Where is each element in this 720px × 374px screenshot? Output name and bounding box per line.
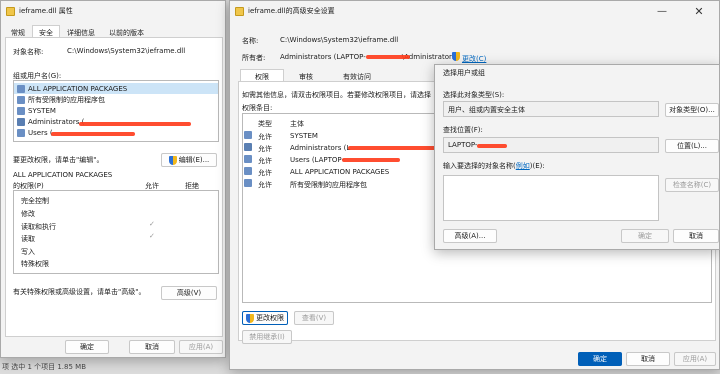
- entry-user-icon: [244, 155, 255, 165]
- user-icon: [244, 167, 252, 175]
- shield-icon: [452, 52, 460, 61]
- select-titlebar: 选择用户或组: [435, 65, 719, 81]
- object-names-input[interactable]: [443, 175, 659, 221]
- cancel-button[interactable]: 取消: [673, 229, 719, 243]
- perm-item: 读取: [21, 235, 35, 243]
- redaction-mark: [342, 158, 400, 162]
- redaction-mark: [366, 55, 410, 59]
- advanced-titlebar: ieframe.dll的高级安全设置: [230, 1, 719, 21]
- perm-item: 读取和执行: [21, 223, 56, 231]
- entry-principal: 所有受限制的应用程序包: [290, 181, 367, 189]
- col-principal: 主体: [290, 120, 304, 128]
- file-icon: [235, 6, 244, 16]
- list-item[interactable]: SYSTEM: [14, 105, 218, 116]
- object-name-label: 对象名称:: [13, 48, 44, 56]
- object-types-button[interactable]: 对象类型(O)...: [665, 103, 719, 117]
- entry-principal: Administrators (L: [290, 144, 351, 152]
- examples-link[interactable]: 例如: [516, 162, 530, 170]
- entry-user-icon: [244, 167, 255, 177]
- info-text: 如需其他信息，请双击权限项目。若要修改权限项目，请选择: [242, 91, 431, 99]
- properties-titlebar: ieframe.dll 属性: [1, 1, 225, 21]
- entries-label: 权限条目:: [242, 104, 273, 112]
- entry-type: 允许: [258, 133, 272, 141]
- redaction-mark: [477, 144, 507, 148]
- entry-type: 允许: [258, 157, 272, 165]
- user-icon: [244, 143, 252, 151]
- names-label: 输入要选择的对象名称(例如)(E):: [443, 162, 545, 170]
- entry-principal: Users (LAPTOP-: [290, 156, 345, 164]
- list-item[interactable]: 所有受限制的应用程序包: [14, 94, 218, 105]
- apply-button[interactable]: 应用(A): [674, 352, 716, 366]
- view-button[interactable]: 查看(V): [294, 311, 334, 325]
- advanced-button[interactable]: 高级(A)...: [443, 229, 497, 243]
- owner-label: 所有者:: [242, 54, 266, 62]
- group-icon: [17, 95, 25, 104]
- change-hint: 要更改权限，请单击"编辑"。: [13, 156, 104, 164]
- edit-button[interactable]: 编辑(E)...: [161, 153, 217, 167]
- location-label: 查找位置(F):: [443, 126, 483, 134]
- entry-user-icon: [244, 143, 255, 153]
- minimize-icon[interactable]: —: [648, 1, 676, 21]
- ok-button[interactable]: 确定: [621, 229, 669, 243]
- checkmark-icon: ✓: [149, 232, 155, 240]
- entry-user-icon: [244, 131, 255, 141]
- name-label: 名称:: [242, 37, 259, 45]
- perm-item: 修改: [21, 210, 35, 218]
- check-names-button[interactable]: 检查名称(C): [665, 178, 719, 192]
- entry-type: 允许: [258, 145, 272, 153]
- perm-item: 写入: [21, 248, 35, 256]
- cancel-button[interactable]: 取消: [626, 352, 670, 366]
- status-bar: 项 选中 1 个项目 1.85 MB: [2, 363, 87, 371]
- user-icon: [244, 179, 252, 187]
- perm-item: 特殊权限: [21, 260, 49, 268]
- shield-icon: [246, 313, 254, 323]
- properties-title: ieframe.dll 属性: [19, 7, 73, 15]
- entry-principal: ALL APPLICATION PACKAGES: [290, 168, 390, 176]
- change-permissions-button[interactable]: 更改权限: [242, 311, 288, 325]
- redaction-mark: [51, 132, 135, 136]
- user-group-icon: [17, 106, 25, 115]
- col-type: 类型: [258, 120, 272, 128]
- redaction-mark: [79, 122, 191, 126]
- user-icon: [244, 155, 252, 163]
- object-type-field: 用户、组或内置安全主体: [443, 101, 659, 117]
- entry-type: 允许: [258, 169, 272, 177]
- select-title: 选择用户或组: [443, 69, 485, 77]
- entry-type: 允许: [258, 181, 272, 189]
- shield-icon: [168, 155, 177, 165]
- group-icon: [17, 84, 25, 93]
- ok-button[interactable]: 确定: [578, 352, 622, 366]
- ok-button[interactable]: 确定: [65, 340, 109, 354]
- checkmark-icon: ✓: [149, 220, 155, 228]
- locations-button[interactable]: 位置(L)...: [665, 139, 719, 153]
- advanced-button[interactable]: 高级(V): [161, 286, 217, 300]
- close-icon[interactable]: ✕: [683, 1, 715, 21]
- entry-principal: SYSTEM: [290, 132, 318, 140]
- entry-user-icon: [244, 179, 255, 189]
- cancel-button[interactable]: 取消: [129, 340, 175, 354]
- user-group-icon: [17, 117, 25, 126]
- apply-button[interactable]: 应用(A): [179, 340, 223, 354]
- perm-header: ALL APPLICATION PACKAGES: [13, 171, 113, 179]
- object-type-label: 选择此对象类型(S):: [443, 91, 505, 99]
- list-item[interactable]: ALL APPLICATION PACKAGES: [14, 83, 218, 94]
- user-group-icon: [17, 128, 25, 137]
- file-icon: [6, 6, 15, 16]
- object-name-value: C:\Windows\System32\ieframe.dll: [67, 47, 186, 55]
- disable-inheritance-button[interactable]: 禁用继承(I): [242, 330, 292, 344]
- select-users-dialog: 选择用户或组 选择此对象类型(S): 用户、组或内置安全主体 对象类型(O)..…: [434, 64, 720, 250]
- redaction-mark: [348, 146, 436, 150]
- special-hint: 有关特殊权限或高级设置，请单击"高级"。: [13, 288, 146, 296]
- advanced-title: ieframe.dll的高级安全设置: [248, 7, 335, 15]
- owner-change-link[interactable]: 更改(C): [452, 52, 486, 64]
- properties-dialog: ieframe.dll 属性 常规 安全 详细信息 以前的版本 对象名称: C:…: [0, 0, 226, 358]
- perm-item: 完全控制: [21, 197, 49, 205]
- name-value: C:\Windows\System32\ieframe.dll: [280, 36, 399, 44]
- location-field: LAPTOP-: [443, 137, 659, 153]
- user-icon: [244, 131, 252, 139]
